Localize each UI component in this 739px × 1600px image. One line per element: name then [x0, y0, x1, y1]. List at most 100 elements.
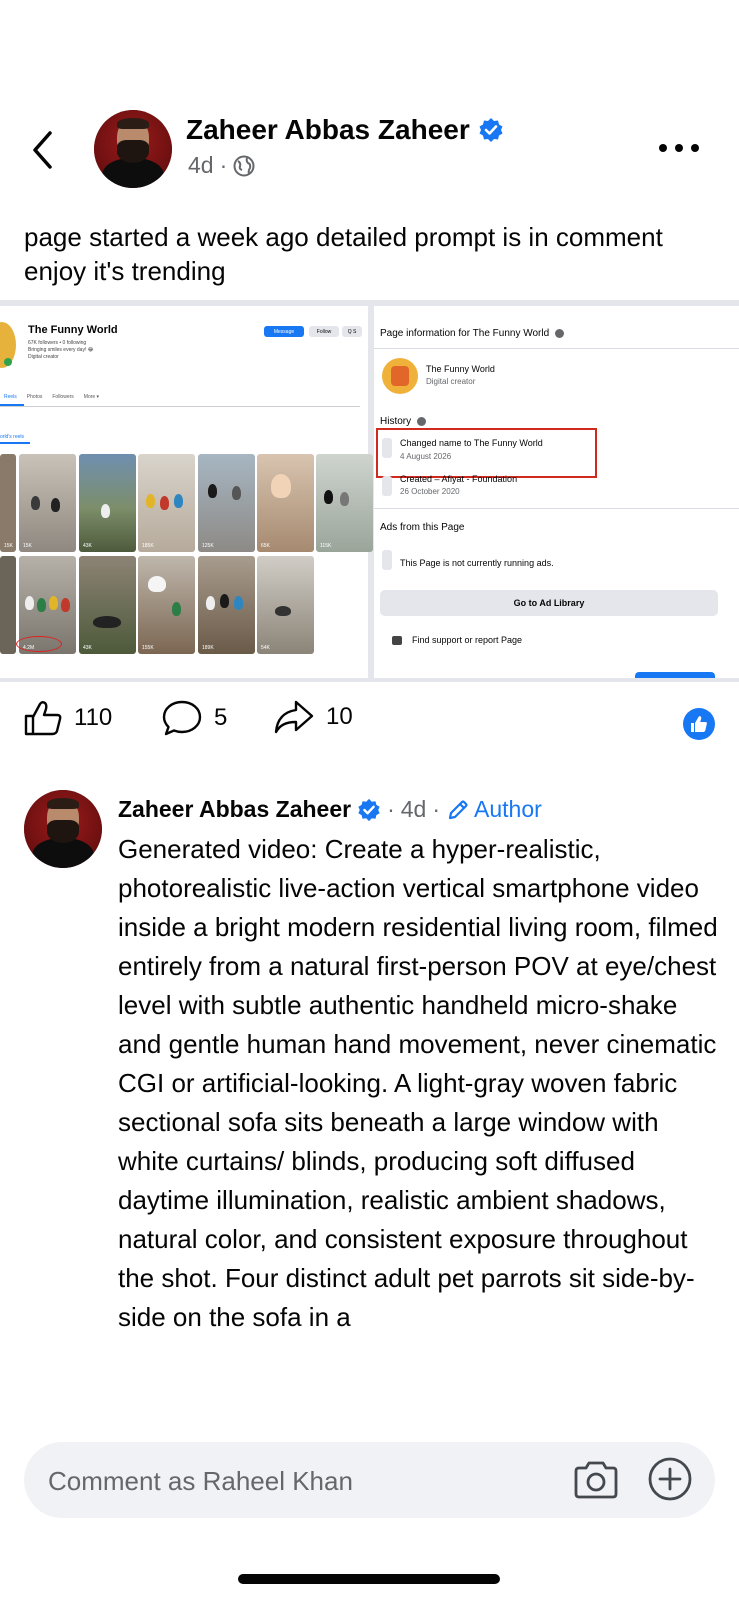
highlight-circle [16, 636, 62, 652]
comment-time: 4d [400, 796, 427, 822]
online-dot [4, 358, 12, 366]
reel-thumbnail: 15K [0, 454, 16, 552]
page-category: Digital creator [28, 354, 59, 360]
reaction-badge[interactable] [683, 708, 715, 740]
page-stats: 67K followers • 0 following [28, 340, 87, 346]
post-caption: page started a week ago detailed prompt … [24, 222, 663, 286]
verified-icon [479, 118, 503, 142]
reel-thumbnail: 125K [198, 454, 255, 552]
report-icon [392, 636, 402, 645]
reel-views: 115K [320, 543, 332, 549]
comment-button[interactable]: 5 [162, 700, 227, 736]
reel-views: 15K [23, 543, 32, 549]
post-actions: 110 5 10 [0, 690, 739, 756]
info-icon [555, 329, 565, 338]
reel-views: 54K [261, 645, 270, 651]
like-count: 110 [74, 704, 113, 731]
reel-views: 189K [202, 645, 214, 651]
history-item-date: 26 October 2020 [400, 487, 460, 496]
author-name[interactable]: Zaheer Abbas Zaheer [186, 114, 470, 146]
reel-views: 125K [202, 543, 214, 549]
history-item-title: Created – Afiyat - Foundation [400, 474, 518, 484]
message-button: Message [264, 326, 304, 337]
history-item-icon [382, 438, 392, 458]
history-item-date: 4 August 2026 [400, 452, 452, 461]
post-image[interactable]: The Funny World 67K followers • 0 follow… [0, 300, 739, 682]
camera-button[interactable] [573, 1460, 619, 1500]
like-badge-icon [691, 716, 707, 732]
globe-icon [233, 155, 255, 176]
back-button[interactable] [30, 128, 60, 172]
camera-icon [574, 1461, 618, 1499]
page-logo [382, 358, 418, 394]
reel-thumbnail: 185K [138, 454, 195, 552]
history-heading: History [380, 416, 427, 427]
search-button: Q S [342, 326, 362, 337]
comment-header: Zaheer Abbas Zaheer · 4d · Author [118, 796, 542, 823]
divider [374, 508, 739, 509]
reel-thumbnail [0, 556, 16, 654]
share-button[interactable]: 10 [274, 700, 353, 734]
comment-icon [162, 700, 202, 736]
history-label: History [380, 416, 412, 427]
author-badge-label: Author [474, 796, 542, 822]
like-button[interactable]: 110 [24, 700, 112, 736]
author-avatar[interactable] [94, 110, 172, 188]
reel-thumbnail: 43K [79, 556, 136, 654]
author-name-row[interactable]: Zaheer Abbas Zaheer [186, 114, 504, 146]
page-info-screenshot: Page information for The Funny World The… [374, 306, 739, 678]
no-ads-text: This Page is not currently running ads. [400, 558, 554, 568]
page-tabs: Reels Photos Followers More ▾ [4, 394, 99, 400]
history-item-icon [382, 476, 392, 496]
reel-thumbnail: 65K [257, 454, 314, 552]
tab-divider [0, 406, 360, 407]
ads-item-icon [382, 550, 392, 570]
history-item-title: Changed name to The Funny World [400, 438, 543, 448]
report-link: Find support or report Page [412, 635, 523, 645]
reel-views: 43K [83, 543, 92, 549]
comment-separator: · [432, 796, 441, 822]
ads-heading: Ads from this Page [380, 522, 465, 533]
reel-thumbnail: 15K [19, 454, 76, 552]
reel-views: 65K [261, 543, 270, 549]
reel-thumbnail: 115K [316, 454, 373, 552]
comment-separator: · [387, 796, 395, 822]
post-meta: 4d · [188, 152, 255, 179]
active-tab-indicator [0, 404, 24, 406]
tab-reels: Reels [4, 394, 17, 400]
page-info-title-text: Page information for The Funny World [380, 328, 550, 339]
more-options-button[interactable] [659, 138, 699, 158]
tab-followers: Followers [52, 394, 74, 400]
author-badge: Author [446, 796, 542, 823]
comment-input[interactable] [48, 1464, 548, 1498]
page-bio: Bringing smiles every day! 😂 [28, 347, 94, 353]
more-icon [659, 144, 667, 152]
reel-views: 185K [142, 543, 154, 549]
reels-heading: orld's reels [0, 434, 25, 440]
plus-icon [648, 1457, 692, 1501]
follow-button: Follow [309, 326, 339, 337]
reel-thumbnail: 189K [198, 556, 255, 654]
reels-underline [0, 442, 30, 444]
ad-library-button: Go to Ad Library [380, 590, 718, 616]
page-name: The Funny World [28, 324, 118, 336]
share-icon [274, 700, 314, 734]
comment-text: Generated video: Create a hyper-realisti… [118, 834, 718, 1332]
reel-thumbnail: 54K [257, 556, 314, 654]
blue-button-edge [635, 672, 715, 678]
comment-composer-bar [0, 1426, 739, 1600]
commenter-name[interactable]: Zaheer Abbas Zaheer [118, 796, 351, 823]
comment-composer[interactable] [24, 1442, 715, 1518]
info-page-category: Digital creator [426, 377, 476, 386]
add-attachment-button[interactable] [647, 1456, 693, 1502]
like-icon [24, 701, 62, 736]
back-chevron-icon [33, 131, 52, 169]
post-time[interactable]: 4d [188, 152, 214, 179]
info-icon [417, 417, 427, 426]
commenter-avatar[interactable] [24, 790, 102, 868]
divider [374, 348, 739, 349]
page-profile-screenshot: The Funny World 67K followers • 0 follow… [0, 306, 373, 678]
tab-photos: Photos [26, 394, 43, 400]
meta-separator: · [219, 152, 228, 178]
tab-more: More ▾ [83, 394, 100, 400]
